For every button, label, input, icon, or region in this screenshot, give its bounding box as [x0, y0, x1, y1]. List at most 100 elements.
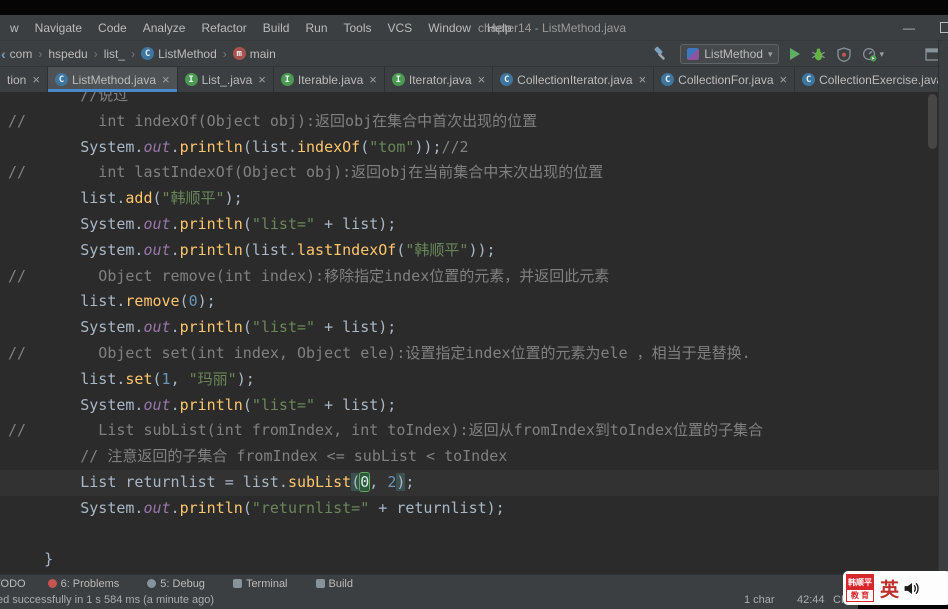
class-icon: C	[802, 73, 816, 86]
brand-logo-top: 韩顺平	[847, 575, 873, 590]
debug-button[interactable]	[811, 47, 826, 62]
menu-item-tools[interactable]: Tools	[336, 15, 380, 41]
code-segment: list.	[8, 292, 126, 311]
code-line-8[interactable]: // Object remove(int index):移除指定index位置的…	[0, 264, 938, 290]
menu-item-analyze[interactable]: Analyze	[135, 15, 194, 41]
code-line-19[interactable]: }	[0, 547, 938, 573]
code-line-2[interactable]: // int indexOf(Object obj):返回obj在集合中首次出现…	[0, 109, 938, 135]
profiler-button[interactable]: ▾	[862, 47, 884, 62]
tab-iterator-java[interactable]: I Iterator.java ×	[384, 67, 494, 92]
toolwindow-label: 6: Problems	[60, 577, 120, 590]
build-hammer-icon[interactable]	[653, 46, 669, 62]
close-icon[interactable]: ×	[258, 73, 266, 86]
close-icon[interactable]: ×	[369, 73, 377, 86]
code-line-12[interactable]: list.set(1, "玛丽");	[0, 367, 938, 393]
code-line-18[interactable]	[0, 522, 938, 548]
speaker-icon	[903, 580, 920, 597]
caret-position[interactable]: 42:44	[797, 592, 825, 609]
breadcrumb-item-hspedu[interactable]: hspedu	[48, 47, 87, 61]
editor-scrollbar[interactable]	[928, 94, 937, 149]
coverage-button[interactable]	[837, 46, 852, 62]
close-icon[interactable]: ×	[32, 73, 40, 86]
code-segment: "tom"	[369, 137, 415, 156]
code-segment: println	[179, 318, 243, 337]
run-config-select[interactable]: ListMethod ▾	[680, 44, 780, 64]
menu-item-navigate[interactable]: Navigate	[27, 15, 90, 41]
tab-listmethod-java[interactable]: C ListMethod.java ×	[47, 67, 178, 92]
tab-collectionexercise-java[interactable]: CCollectionExercise.java×	[795, 67, 948, 92]
code-segment: out	[143, 498, 171, 517]
tab-tion[interactable]: tion ×	[0, 67, 48, 92]
menu-item-build[interactable]: Build	[255, 15, 298, 41]
code-segment: ;	[405, 472, 415, 491]
run-controls: ListMethod ▾ ▾	[653, 41, 940, 67]
toolwindow-button-6-problems[interactable]: 6: Problems	[47, 577, 120, 590]
code-area: //说过 // int indexOf(Object obj):返回obj在集合中…	[0, 92, 938, 573]
tab-collectioniterator-java[interactable]: C CollectionIterator.java ×	[493, 67, 655, 92]
menu-item-w[interactable]: w	[2, 15, 27, 41]
code-segment: list.	[8, 189, 126, 208]
tab-iterable-java[interactable]: I Iterable.java ×	[273, 67, 385, 92]
code-line-9[interactable]: list.remove(0);	[0, 289, 938, 315]
toolwindow-button-terminal[interactable]: Terminal	[232, 577, 288, 590]
menu-bar: w Navigate Code Analyze Refactor Build Run Tool…	[0, 15, 948, 41]
code-segment: }	[8, 550, 54, 569]
minimize-button[interactable]: —	[896, 15, 922, 41]
code-line-4[interactable]: // int lastIndexOf(Object obj):返回obj在当前集…	[0, 160, 938, 186]
menu-item-vcs[interactable]: VCS	[380, 15, 421, 41]
brand-logo-bottom: 教 育	[847, 590, 873, 601]
code-line-7[interactable]: System.out.println(list.lastIndexOf("韩顺平…	[0, 238, 938, 264]
code-segment: // Object remove(int index):移除指定index位置的…	[8, 266, 610, 285]
code-line-13[interactable]: System.out.println("list=" + list);	[0, 393, 938, 419]
tab-list-java[interactable]: I List_.java ×	[177, 67, 274, 92]
code-segment: .	[170, 137, 180, 156]
close-icon[interactable]: ×	[478, 73, 486, 86]
code-line-6[interactable]: System.out.println("list=" + list);	[0, 212, 938, 238]
code-segment: //说过	[8, 92, 129, 104]
breadcrumb-label: main	[249, 46, 276, 61]
code-line-10[interactable]: System.out.println("list=" + list);	[0, 315, 938, 341]
menu-item-window[interactable]: Window	[420, 15, 479, 41]
code-line-5[interactable]: list.add("韩顺平");	[0, 186, 938, 212]
menu-item-refactor[interactable]: Refactor	[193, 15, 254, 41]
breadcrumb-item-list[interactable]: list_	[104, 47, 125, 61]
run-config-label: ListMethod	[704, 47, 763, 61]
nav-back-icon[interactable]: ‹	[1, 46, 6, 62]
right-toolwindow-stripe[interactable]	[938, 41, 948, 592]
code-segment: subList	[287, 472, 352, 491]
close-icon[interactable]: ×	[780, 73, 788, 86]
code-line-16[interactable]: List returnlist = list.subList(0, 2);	[0, 469, 938, 496]
code-segment: (	[242, 214, 252, 233]
code-segment: (	[152, 189, 162, 208]
breadcrumb-item-main[interactable]: m main	[232, 46, 276, 61]
close-icon[interactable]: ×	[639, 73, 647, 86]
code-line-1[interactable]: //说过	[0, 92, 938, 109]
tab-collectionfor-java[interactable]: C CollectionFor.java ×	[654, 67, 796, 92]
toolwindow-button-build[interactable]: Build	[315, 578, 353, 590]
chevron-down-icon: ▾	[879, 48, 884, 59]
breadcrumb-item-listmethod[interactable]: C ListMethod	[141, 47, 217, 61]
run-button[interactable]	[790, 48, 801, 60]
code-line-15[interactable]: // 注意返回的子集合 fromIndex <= subList < toInd…	[0, 444, 938, 470]
menu-item-code[interactable]: Code	[90, 15, 135, 41]
code-segment: System.	[8, 214, 144, 233]
maximize-button[interactable]	[940, 22, 948, 33]
class-icon: C	[54, 73, 68, 86]
toolwindow-button-5-debug[interactable]: 5: Debug	[147, 578, 205, 590]
toolwindow-button-todo[interactable]: TODO	[0, 578, 26, 590]
close-icon[interactable]: ×	[162, 73, 170, 86]
breadcrumb-separator: ›	[222, 46, 227, 61]
code-editor[interactable]: //说过 // int indexOf(Object obj):返回obj在集合中…	[0, 92, 938, 574]
code-segment: );	[236, 369, 255, 388]
code-line-3[interactable]: System.out.println(list.indexOf("tom"));…	[0, 135, 938, 161]
code-segment: );	[197, 292, 216, 311]
toolwindow-label: Terminal	[245, 577, 288, 590]
menu-item-run[interactable]: Run	[297, 15, 335, 41]
code-line-14[interactable]: // List subList(int fromIndex, int toInd…	[0, 418, 938, 444]
code-line-11[interactable]: // Object set(int index, Object ele):设置指…	[0, 341, 938, 367]
code-segment: (list.	[242, 240, 297, 259]
breadcrumb-label: ListMethod	[158, 46, 217, 61]
code-segment: System.	[8, 137, 144, 156]
breadcrumb-item-com[interactable]: com	[10, 47, 33, 61]
code-line-17[interactable]: System.out.println("returnlist=" + retur…	[0, 496, 938, 522]
